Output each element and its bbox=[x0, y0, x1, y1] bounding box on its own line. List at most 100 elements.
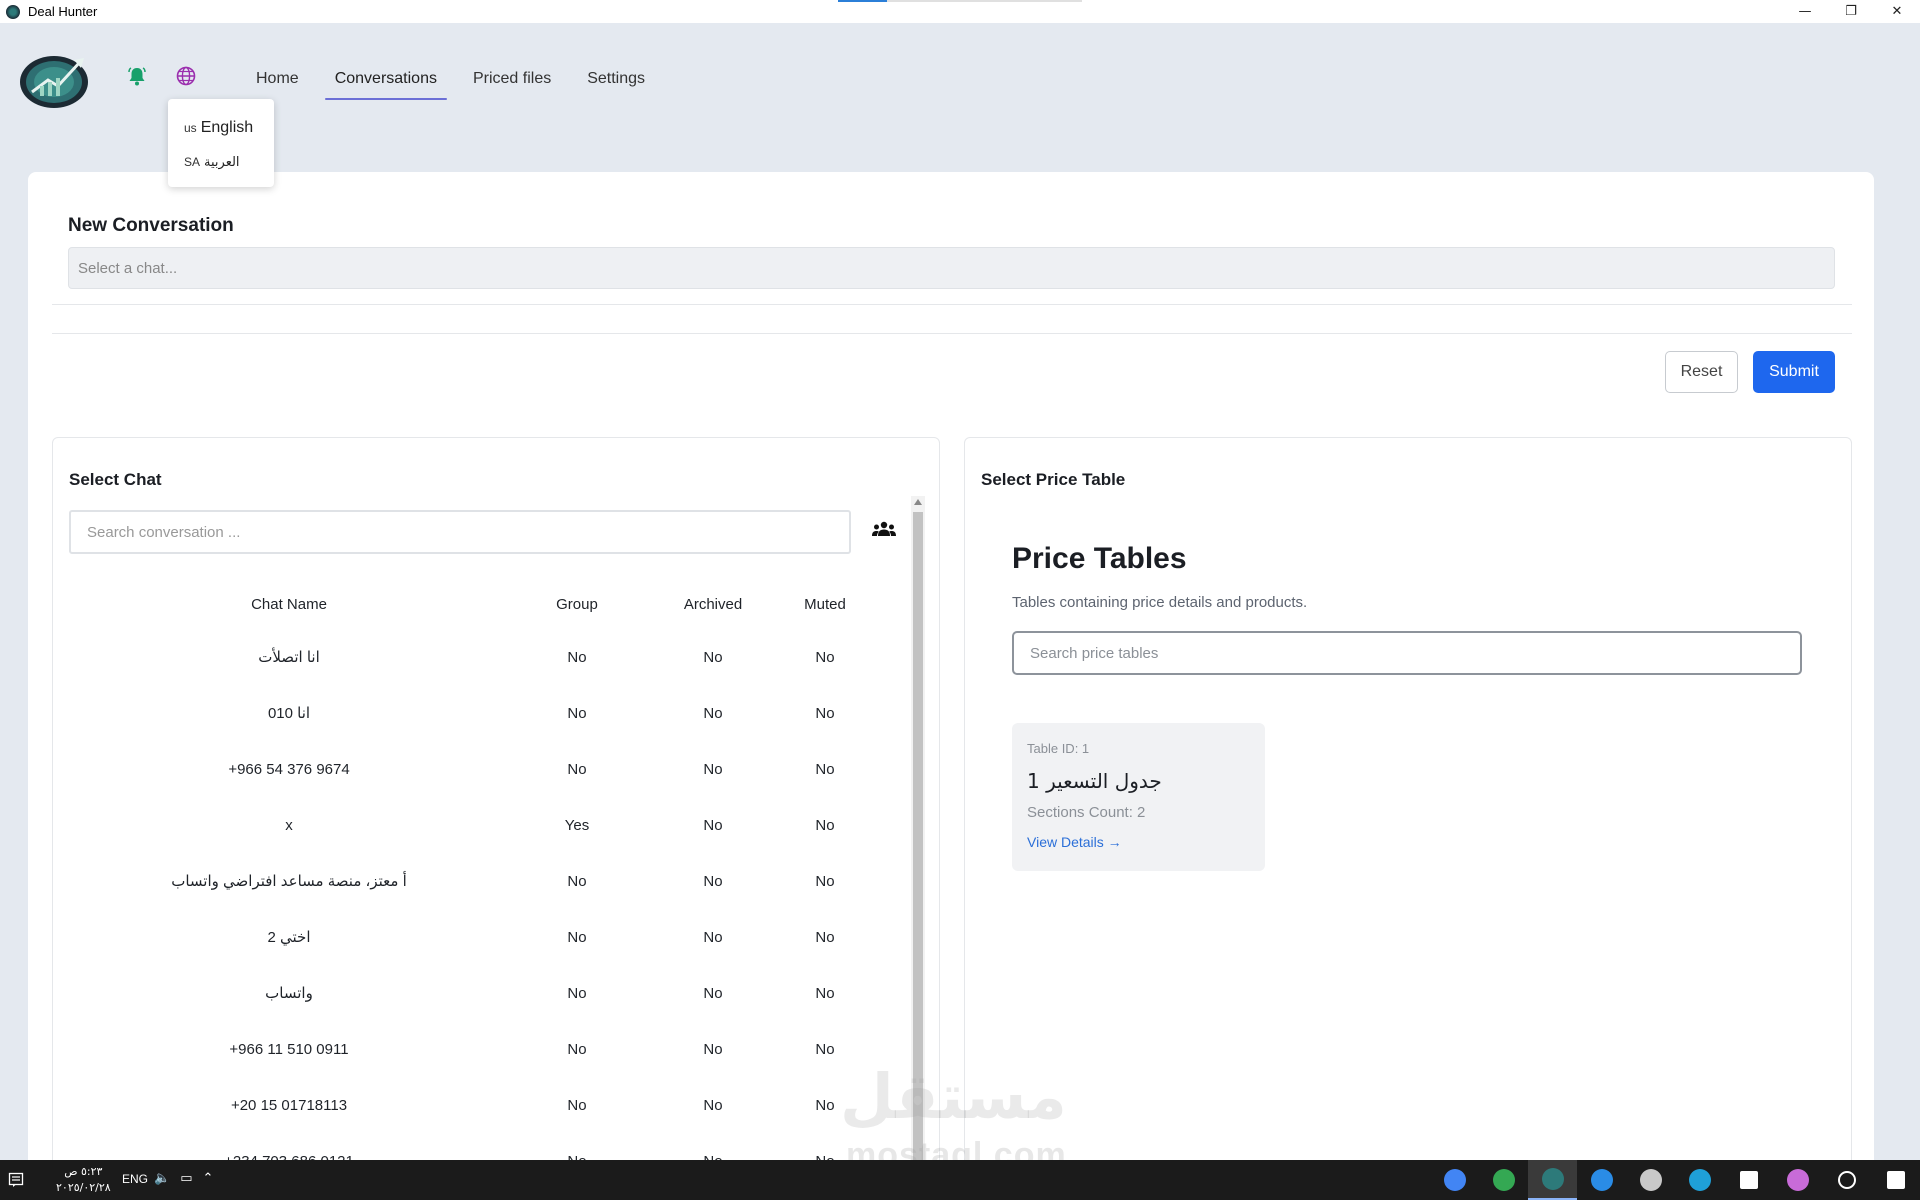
clock-time: ٥:٢٣ ص bbox=[64, 1165, 103, 1178]
taskbar-app-button[interactable] bbox=[1773, 1160, 1822, 1200]
tab-conversations[interactable]: Conversations bbox=[324, 64, 448, 100]
tab-home[interactable]: Home bbox=[256, 64, 299, 94]
taskbar-app-button[interactable] bbox=[1430, 1160, 1479, 1200]
taskbar-app-button[interactable] bbox=[1724, 1160, 1773, 1200]
conversation-search-input[interactable]: Search conversation ... bbox=[69, 510, 851, 554]
table-row[interactable]: اختي 2 No No No bbox=[69, 909, 869, 965]
language-option-label: English bbox=[200, 119, 254, 136]
network-icon[interactable]: ▭ bbox=[180, 1171, 192, 1186]
taskbar-app-button[interactable] bbox=[1675, 1160, 1724, 1200]
chat-name-cell: واتساب bbox=[265, 985, 313, 1002]
taskbar-app-button[interactable] bbox=[1577, 1160, 1626, 1200]
taskbar-app-button[interactable] bbox=[1822, 1160, 1871, 1200]
conversation-search-placeholder: Search conversation ... bbox=[87, 523, 241, 541]
select-price-table-panel: Select Price Table Price Tables Tables c… bbox=[964, 437, 1852, 1197]
maximize-button[interactable]: ❐ bbox=[1828, 0, 1874, 23]
column-header-muted[interactable]: Muted bbox=[781, 579, 869, 629]
table-row[interactable]: +20 15 01718113 No No No bbox=[69, 1077, 869, 1133]
table-id-label: Table ID: 1 bbox=[1027, 741, 1090, 756]
muted-cell: No bbox=[815, 648, 835, 666]
chat-list-scrollbar[interactable] bbox=[911, 496, 925, 1196]
language-dropdown: us English SA العربية bbox=[168, 99, 274, 187]
price-table-card[interactable]: Table ID: 1 جدول التسعير 1 Sections Coun… bbox=[1012, 723, 1265, 871]
price-table-search-input[interactable]: Search price tables bbox=[1012, 631, 1802, 675]
archived-cell: No bbox=[703, 1096, 723, 1114]
select-price-table-title: Select Price Table bbox=[981, 470, 1126, 489]
taskbar-app-button[interactable] bbox=[1871, 1160, 1920, 1200]
scroll-up-arrow-icon[interactable] bbox=[914, 499, 922, 505]
table-row[interactable]: +966 11 510 0911 No No No bbox=[69, 1021, 869, 1077]
language-option-arabic[interactable]: SA العربية bbox=[168, 145, 274, 179]
table-row[interactable]: x Yes No No bbox=[69, 797, 869, 853]
vscode-icon bbox=[1590, 1169, 1613, 1191]
deal-hunter-logo[interactable] bbox=[18, 48, 94, 110]
conversation-form-card: New Conversation Select a chat... Reset … bbox=[28, 172, 1874, 1197]
volume-icon[interactable]: 🔈 bbox=[154, 1171, 170, 1186]
window-title: Deal Hunter bbox=[28, 4, 98, 19]
group-cell: No bbox=[567, 872, 587, 890]
clock-date: ٢٠٢٥/٠٢/٢٨ bbox=[56, 1181, 111, 1194]
price-tables-heading: Price Tables bbox=[1012, 542, 1187, 575]
column-header-archived[interactable]: Archived bbox=[645, 579, 781, 629]
column-header-chat-name[interactable]: Chat Name bbox=[69, 579, 509, 629]
new-conversation-title: New Conversation bbox=[68, 215, 234, 236]
chevron-up-icon[interactable]: ⌃ bbox=[202, 1171, 213, 1186]
sections-count: Sections Count: 2 bbox=[1027, 804, 1146, 821]
taskbar-app-button[interactable] bbox=[1626, 1160, 1675, 1200]
chat-name-cell: +20 15 01718113 bbox=[230, 1096, 348, 1114]
chrome-icon bbox=[1443, 1169, 1466, 1191]
globe-language-icon[interactable] bbox=[176, 66, 196, 86]
minimize-button[interactable]: — bbox=[1782, 0, 1828, 23]
table-row[interactable]: انا 010 No No No bbox=[69, 685, 869, 741]
taskbar-apps bbox=[1430, 1160, 1920, 1200]
taskbar-app-button[interactable] bbox=[1528, 1160, 1577, 1200]
reset-button[interactable]: Reset bbox=[1665, 351, 1738, 393]
muted-cell: No bbox=[815, 704, 835, 722]
notification-center-icon[interactable] bbox=[8, 1172, 24, 1188]
table-row[interactable]: +966 54 376 9674 No No No bbox=[69, 741, 869, 797]
group-cell: No bbox=[567, 1040, 587, 1058]
input-language-indicator[interactable]: ENG bbox=[122, 1172, 148, 1186]
main-nav: Home Conversations Priced files Settings bbox=[256, 64, 681, 100]
chat-select-dropdown[interactable]: Select a chat... bbox=[68, 247, 1835, 289]
deal-hunter-icon bbox=[1541, 1168, 1564, 1190]
archived-cell: No bbox=[703, 872, 723, 890]
chat-table: Chat Name Group Archived Muted انا اتصلأ… bbox=[69, 579, 869, 1189]
scrollbar-thumb[interactable] bbox=[913, 512, 923, 1196]
chat-name-cell: +966 54 376 9674 bbox=[228, 760, 350, 778]
table-row[interactable]: انا اتصلأت No No No bbox=[69, 629, 869, 685]
chat-name-cell: +966 11 510 0911 bbox=[229, 1040, 349, 1058]
windows-icon bbox=[1886, 1171, 1905, 1189]
group-cell: No bbox=[567, 1096, 587, 1114]
archived-cell: No bbox=[703, 760, 723, 778]
select-chat-title: Select Chat bbox=[69, 470, 162, 489]
copilot-icon bbox=[1786, 1169, 1809, 1191]
close-button[interactable]: ✕ bbox=[1874, 0, 1920, 23]
muted-cell: No bbox=[815, 872, 835, 890]
view-details-link[interactable]: View Details → bbox=[1027, 834, 1122, 850]
table-row[interactable]: واتساب No No No bbox=[69, 965, 869, 1021]
tab-settings[interactable]: Settings bbox=[587, 64, 645, 94]
tab-priced-files[interactable]: Priced files bbox=[473, 64, 551, 94]
bell-icon[interactable] bbox=[128, 66, 146, 86]
group-cell: No bbox=[567, 984, 587, 1002]
table-row[interactable]: أ معتز، منصة مساعد افتراضي واتساب No No … bbox=[69, 853, 869, 909]
column-header-group[interactable]: Group bbox=[509, 579, 645, 629]
edge-icon bbox=[1688, 1169, 1711, 1191]
archived-cell: No bbox=[703, 984, 723, 1002]
taskbar-app-button[interactable] bbox=[1479, 1160, 1528, 1200]
chat-select-placeholder: Select a chat... bbox=[78, 259, 178, 277]
submit-button[interactable]: Submit bbox=[1753, 351, 1835, 393]
muted-cell: No bbox=[815, 984, 835, 1002]
divider bbox=[52, 304, 1852, 305]
group-cell: No bbox=[567, 648, 587, 666]
price-table-search-placeholder: Search price tables bbox=[1030, 644, 1159, 662]
language-option-label: العربية bbox=[204, 154, 240, 170]
table-name: جدول التسعير 1 bbox=[1027, 769, 1162, 793]
group-users-icon[interactable] bbox=[871, 521, 897, 537]
select-chat-panel: Select Chat Search conversation ... Chat… bbox=[52, 437, 940, 1197]
chat-name-cell: أ معتز، منصة مساعد افتراضي واتساب bbox=[171, 873, 407, 890]
language-option-english[interactable]: us English bbox=[168, 111, 274, 145]
taskbar-clock[interactable]: ٥:٢٣ ص ٢٠٢٥/٠٢/٢٨ bbox=[56, 1164, 111, 1196]
muted-cell: No bbox=[815, 760, 835, 778]
